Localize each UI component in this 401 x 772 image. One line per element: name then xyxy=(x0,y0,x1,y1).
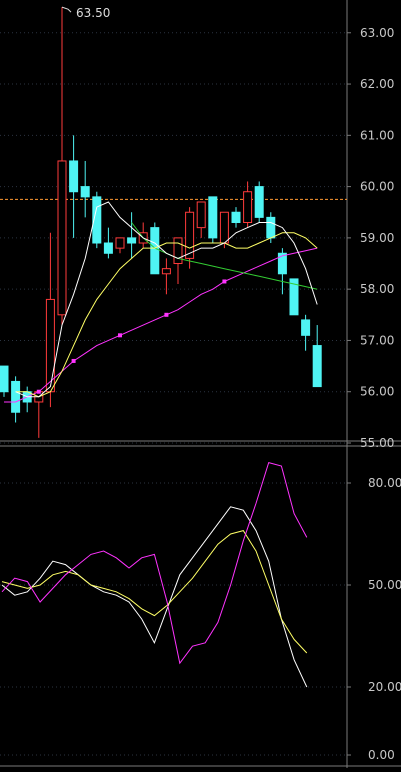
candle-body xyxy=(231,211,241,223)
candle-body xyxy=(254,186,264,218)
price-tick-label: 56.00 xyxy=(360,385,394,399)
chart-canvas: 63.00 62.00 61.00 60.00 59.00 58.00 57.00 56.00… xyxy=(0,0,401,768)
indicator-tick-label: 50.00 xyxy=(368,578,401,592)
candle-body xyxy=(196,201,206,229)
price-tick-label: 55.00 xyxy=(360,436,394,450)
price-tick-label: 62.00 xyxy=(360,77,394,91)
ma60-marker xyxy=(36,389,41,394)
price-tick-label: 63.00 xyxy=(360,26,394,40)
candle-body xyxy=(11,380,21,413)
candle-body xyxy=(266,216,276,239)
candle-body xyxy=(243,191,253,224)
indicator-series-1 xyxy=(1,506,308,688)
candle-body xyxy=(219,211,229,244)
candle-body xyxy=(301,319,311,336)
candle-body xyxy=(57,160,67,316)
indicator-series-2 xyxy=(1,530,308,654)
price-tick-label: 59.00 xyxy=(360,231,394,245)
ma60-marker xyxy=(71,358,76,363)
candle-body xyxy=(69,160,79,193)
indicator-panel: 80.00 50.00 20.00 0.00 xyxy=(0,461,401,767)
candle-body xyxy=(173,237,183,265)
indicator-tick-label: 0.00 xyxy=(368,748,395,762)
high-marker-line xyxy=(61,6,72,13)
price-tick-label: 58.00 xyxy=(360,282,394,296)
candle-body xyxy=(161,268,171,275)
candle-body xyxy=(80,186,90,198)
candle-body xyxy=(45,298,55,393)
candle-body xyxy=(115,237,125,249)
price-tick-label: 60.00 xyxy=(360,180,394,194)
ma60-marker xyxy=(222,279,227,284)
indicator-series-3 xyxy=(1,461,308,665)
high-annotation: 63.50 xyxy=(76,6,110,20)
candle-body xyxy=(185,211,195,259)
price-tick-label: 61.00 xyxy=(360,128,394,142)
ma60-marker xyxy=(118,333,122,338)
candle-body xyxy=(208,196,218,239)
stock-chart: 63.00 62.00 61.00 60.00 59.00 58.00 57.00 56.00… xyxy=(0,0,401,768)
price-tick-label: 57.00 xyxy=(360,333,394,347)
ma60-marker xyxy=(164,312,169,317)
candle-body xyxy=(150,227,160,275)
candle-body xyxy=(312,345,322,388)
indicator-tick-label: 80.00 xyxy=(368,476,401,490)
candle-body xyxy=(103,242,113,254)
candle-body xyxy=(127,237,137,244)
indicator-tick-label: 20.00 xyxy=(368,680,401,694)
price-panel: 63.00 62.00 61.00 60.00 59.00 58.00 57.00 56.00… xyxy=(0,0,401,768)
candle-body xyxy=(0,365,9,393)
